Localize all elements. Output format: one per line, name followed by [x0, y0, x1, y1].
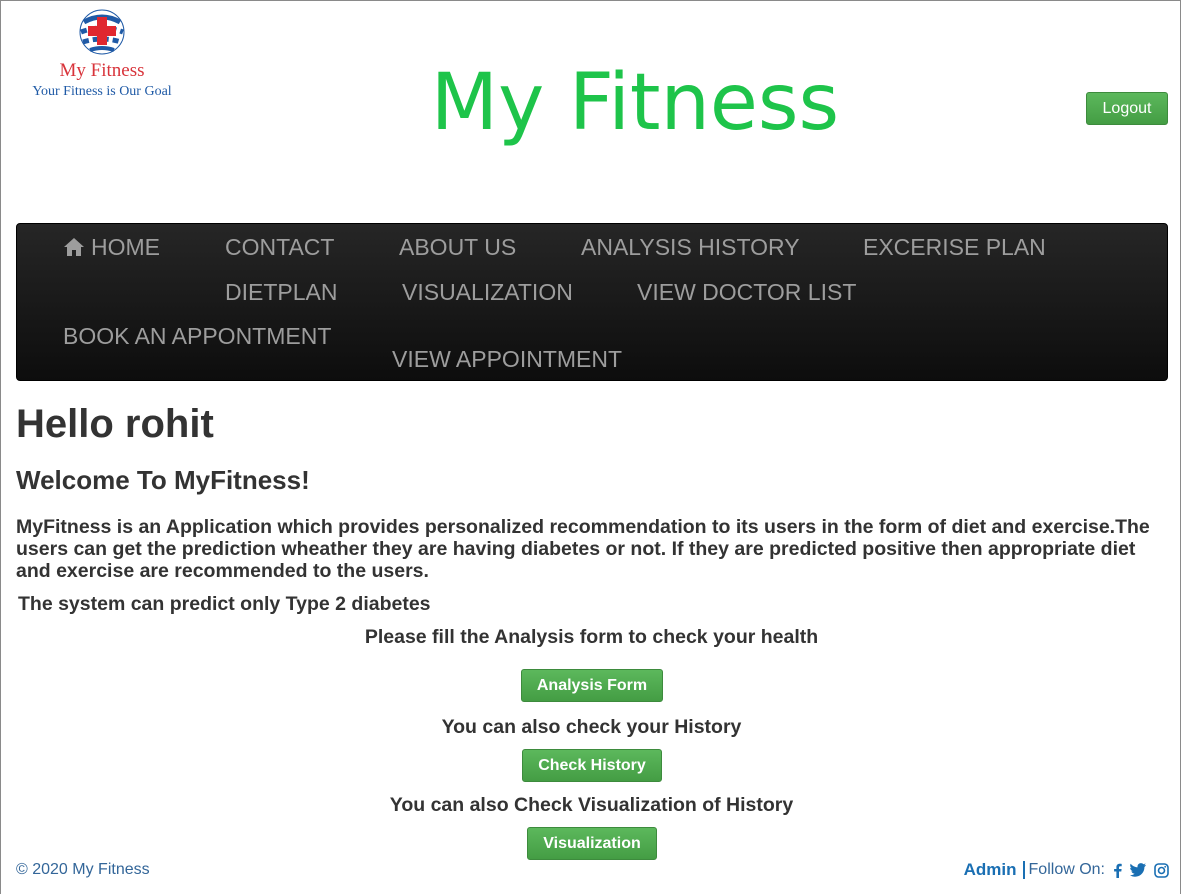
nav-exercise-plan[interactable]: EXCERISE PLAN — [863, 234, 1046, 261]
instagram-icon[interactable] — [1154, 862, 1169, 878]
footer-links: Admin Follow On: — [964, 860, 1169, 880]
visualization-prompt: You can also Check Visualization of Hist… — [389, 794, 794, 816]
visualization-button[interactable]: Visualization — [527, 827, 657, 860]
history-prompt: You can also check your History — [441, 716, 742, 738]
globe-cross-icon — [79, 9, 125, 55]
welcome-heading: Welcome To MyFitness! — [16, 465, 310, 495]
analysis-form-button[interactable]: Analysis Form — [521, 669, 663, 702]
follow-label: Follow On: — [1028, 861, 1105, 878]
site-title: My Fitness — [430, 58, 840, 148]
check-history-button[interactable]: Check History — [522, 749, 662, 782]
home-icon — [64, 238, 84, 256]
nav-about-us[interactable]: ABOUT US — [399, 234, 516, 261]
nav-view-appointment[interactable]: VIEW APPOINTMENT — [392, 346, 622, 373]
twitter-icon[interactable] — [1130, 863, 1146, 877]
copyright-text: © 2020 My Fitness — [16, 861, 150, 878]
prediction-note: The system can predict only Type 2 diabe… — [18, 593, 431, 615]
main-navbar: HOME CONTACT ABOUT US ANALYSIS HISTORY E… — [16, 223, 1168, 381]
analysis-prompt: Please fill the Analysis form to check y… — [364, 626, 819, 648]
nav-book-appointment[interactable]: BOOK AN APPONTMENT — [63, 323, 331, 350]
logout-button[interactable]: Logout — [1086, 92, 1168, 125]
admin-link[interactable]: Admin — [964, 860, 1017, 880]
facebook-icon[interactable] — [1113, 863, 1122, 878]
nav-analysis-history[interactable]: ANALYSIS HISTORY — [581, 234, 800, 261]
nav-view-doctor-list[interactable]: VIEW DOCTOR LIST — [637, 279, 856, 306]
nav-dietplan[interactable]: DIETPLAN — [225, 279, 337, 306]
footer-separator — [1022, 861, 1025, 879]
nav-home[interactable]: HOME — [63, 234, 160, 261]
nav-contact[interactable]: CONTACT — [225, 234, 334, 261]
greeting-heading: Hello rohit — [16, 402, 214, 446]
nav-visualization[interactable]: VISUALIZATION — [402, 279, 573, 306]
nav-home-label: HOME — [91, 234, 160, 260]
intro-paragraph: MyFitness is an Application which provid… — [16, 516, 1150, 582]
